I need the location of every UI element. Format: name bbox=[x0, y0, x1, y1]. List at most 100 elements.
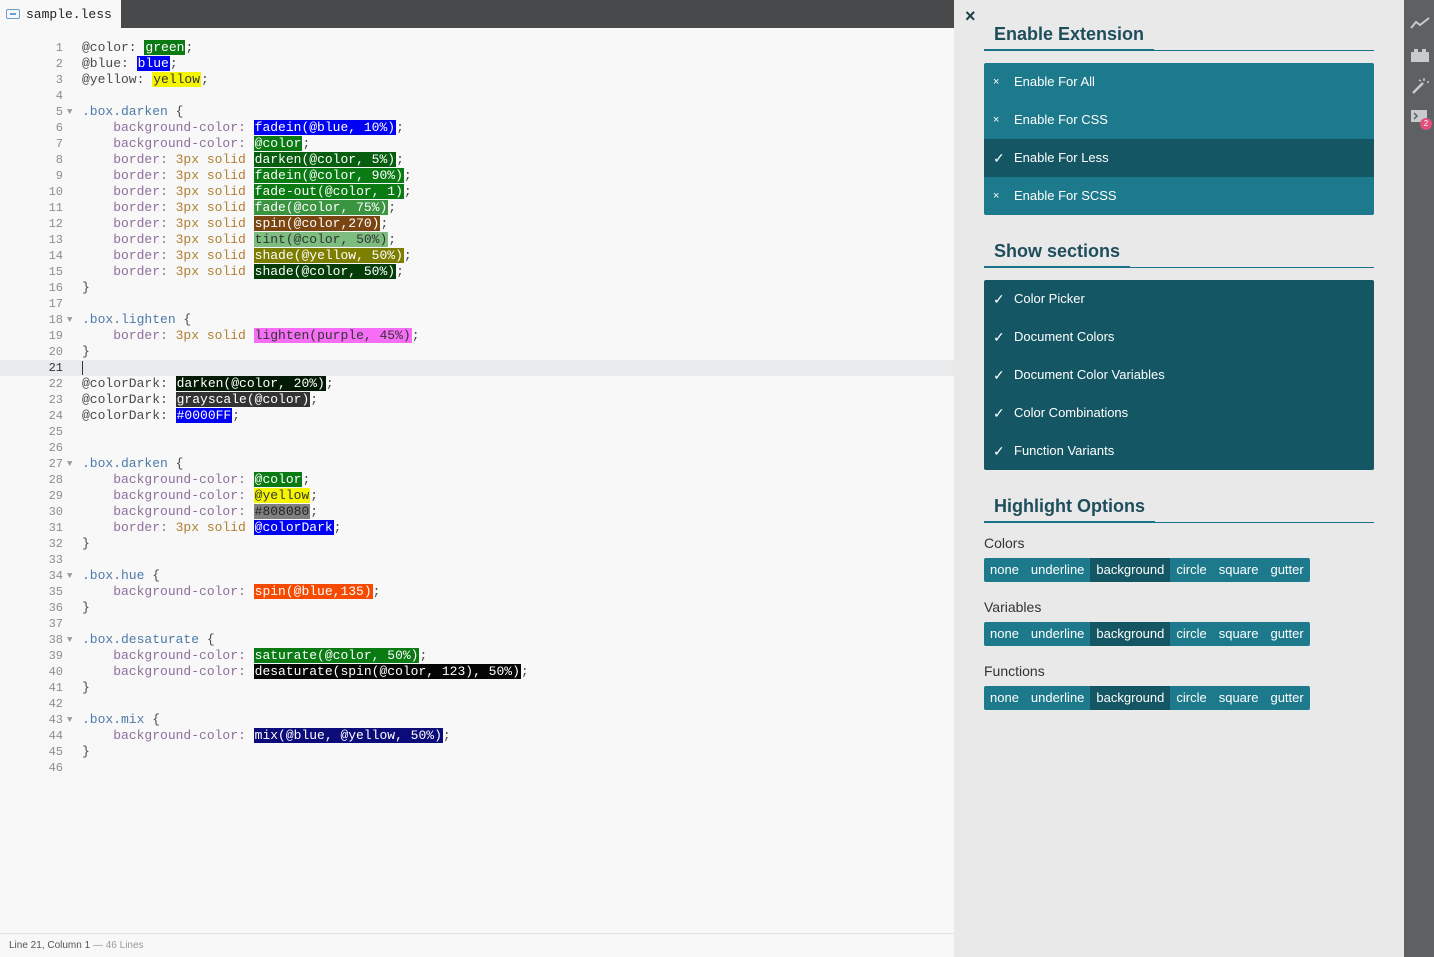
code-line[interactable]: 30 background-color: #808080; bbox=[0, 504, 954, 520]
line-number: 33 bbox=[48, 553, 63, 567]
extension-brick-icon[interactable] bbox=[1410, 47, 1430, 65]
section-option-document-colors[interactable]: ✓ Document Colors bbox=[984, 318, 1374, 356]
code-line[interactable]: 13 border: 3px solid tint(@color, 50%); bbox=[0, 232, 954, 248]
fold-arrow-icon[interactable]: ▼ bbox=[67, 712, 77, 728]
code-line[interactable]: 33 bbox=[0, 552, 954, 568]
code-line[interactable]: 21 bbox=[0, 360, 954, 376]
code-line[interactable]: 39 background-color: saturate(@color, 50… bbox=[0, 648, 954, 664]
file-tab[interactable]: sample.less bbox=[0, 0, 121, 28]
code-line[interactable]: 14 border: 3px solid shade(@yellow, 50%)… bbox=[0, 248, 954, 264]
code-line[interactable]: 8 border: 3px solid darken(@color, 5%); bbox=[0, 152, 954, 168]
colors-mode-background-button[interactable]: background bbox=[1090, 558, 1171, 582]
code-line[interactable]: 11 border: 3px solid fade(@color, 75%); bbox=[0, 200, 954, 216]
variables-mode-underline-button[interactable]: underline bbox=[1024, 622, 1091, 646]
magic-wand-icon[interactable] bbox=[1410, 77, 1430, 95]
fold-arrow-icon[interactable]: ▼ bbox=[67, 456, 77, 472]
section-option-function-variants[interactable]: ✓ Function Variants bbox=[984, 432, 1374, 470]
code-token: @colorDark: bbox=[82, 408, 176, 423]
code-line[interactable]: 6 background-color: fadein(@blue, 10%); bbox=[0, 120, 954, 136]
code-line[interactable]: 28 background-color: @color; bbox=[0, 472, 954, 488]
section-option-color-picker[interactable]: ✓ Color Picker bbox=[984, 280, 1374, 318]
code-line[interactable]: 37 bbox=[0, 616, 954, 632]
code-line[interactable]: 12 border: 3px solid spin(@color,270); bbox=[0, 216, 954, 232]
code-line[interactable]: 16} bbox=[0, 280, 954, 296]
code-token: { bbox=[144, 712, 161, 727]
enable-option-enable-for-less[interactable]: ✓ Enable For Less bbox=[984, 139, 1374, 177]
code-line[interactable]: 1 @color: green; bbox=[0, 40, 954, 56]
code-line[interactable]: 23 @colorDark: grayscale(@color); bbox=[0, 392, 954, 408]
code-line[interactable]: 26 bbox=[0, 440, 954, 456]
code-token: .box.hue bbox=[82, 568, 145, 583]
code-line[interactable]: 5 ▼ .box.darken { bbox=[0, 104, 954, 120]
code-line[interactable]: 2 @blue: blue; bbox=[0, 56, 954, 72]
code-token: ; bbox=[396, 152, 404, 167]
code-line[interactable]: 17 bbox=[0, 296, 954, 312]
code-line[interactable]: 41} bbox=[0, 680, 954, 696]
code-line[interactable]: 34 ▼ .box.hue { bbox=[0, 568, 954, 584]
code-line[interactable]: 38 ▼ .box.desaturate { bbox=[0, 632, 954, 648]
colors-mode-square-button[interactable]: square bbox=[1212, 558, 1265, 582]
code-line[interactable]: 18 ▼ .box.lighten { bbox=[0, 312, 954, 328]
fold-arrow-icon[interactable]: ▼ bbox=[67, 632, 77, 648]
show-sections-title: Show sections bbox=[984, 241, 1131, 268]
code-line[interactable]: 22 @colorDark: darken(@color, 20%); bbox=[0, 376, 954, 392]
status-bar: Line 21, Column 1 — 46 Lines bbox=[0, 933, 954, 957]
close-panel-button[interactable]: × bbox=[965, 6, 976, 27]
code-line[interactable]: 31 border: 3px solid @colorDark; bbox=[0, 520, 954, 536]
enable-option-enable-for-all[interactable]: × Enable For All bbox=[984, 63, 1374, 101]
code-token: border: bbox=[82, 200, 176, 215]
variables-mode-gutter-button[interactable]: gutter bbox=[1264, 622, 1310, 646]
code-line[interactable]: 7 background-color: @color; bbox=[0, 136, 954, 152]
code-line[interactable]: 36} bbox=[0, 600, 954, 616]
code-line[interactable]: 10 border: 3px solid fade-out(@color, 1)… bbox=[0, 184, 954, 200]
code-line[interactable]: 9 border: 3px solid fadein(@color, 90%); bbox=[0, 168, 954, 184]
code-line[interactable]: 43 ▼ .box.mix { bbox=[0, 712, 954, 728]
code-line[interactable]: 35 background-color: spin(@blue,135); bbox=[0, 584, 954, 600]
enable-option-enable-for-css[interactable]: × Enable For CSS bbox=[984, 101, 1374, 139]
functions-mode-underline-button[interactable]: underline bbox=[1024, 686, 1091, 710]
code-line[interactable]: 4 bbox=[0, 88, 954, 104]
code-line[interactable]: 24 @colorDark: #0000FF; bbox=[0, 408, 954, 424]
functions-mode-background-button[interactable]: background bbox=[1090, 686, 1171, 710]
code-token: border: bbox=[82, 328, 176, 343]
variables-mode-background-button[interactable]: background bbox=[1090, 622, 1171, 646]
fold-arrow-icon[interactable]: ▼ bbox=[67, 568, 77, 584]
line-text: background-color: @color; bbox=[82, 472, 310, 488]
code-line[interactable]: 15 border: 3px solid shade(@color, 50%); bbox=[0, 264, 954, 280]
trend-chart-icon[interactable] bbox=[1410, 16, 1430, 34]
code-editor[interactable]: 1 @color: green; 2 @blue: blue; 3 @yellow: ye… bbox=[0, 40, 954, 780]
section-option-color-combinations[interactable]: ✓ Color Combinations bbox=[984, 394, 1374, 432]
code-line[interactable]: 44 background-color: mix(@blue, @yellow,… bbox=[0, 728, 954, 744]
code-line[interactable]: 42 bbox=[0, 696, 954, 712]
code-line[interactable]: 27 ▼ .box.darken { bbox=[0, 456, 954, 472]
functions-mode-gutter-button[interactable]: gutter bbox=[1264, 686, 1310, 710]
colors-mode-gutter-button[interactable]: gutter bbox=[1264, 558, 1310, 582]
fold-arrow-icon[interactable]: ▼ bbox=[67, 312, 77, 328]
colors-mode-underline-button[interactable]: underline bbox=[1024, 558, 1091, 582]
variables-mode-square-button[interactable]: square bbox=[1212, 622, 1265, 646]
variables-mode-none-button[interactable]: none bbox=[984, 622, 1025, 646]
variables-mode-circle-button[interactable]: circle bbox=[1170, 622, 1213, 646]
code-line[interactable]: 29 background-color: @yellow; bbox=[0, 488, 954, 504]
code-line[interactable]: 20} bbox=[0, 344, 954, 360]
code-token: @color: bbox=[82, 40, 145, 55]
line-number: 7 bbox=[55, 137, 63, 151]
code-line[interactable]: 3 @yellow: yellow; bbox=[0, 72, 954, 88]
code-token: .box.lighten bbox=[82, 312, 176, 327]
enable-option-enable-for-scss[interactable]: × Enable For SCSS bbox=[984, 177, 1374, 215]
colors-mode-circle-button[interactable]: circle bbox=[1170, 558, 1213, 582]
code-line[interactable]: 19 border: 3px solid lighten(purple, 45%… bbox=[0, 328, 954, 344]
code-line[interactable]: 32} bbox=[0, 536, 954, 552]
code-line[interactable]: 46 bbox=[0, 760, 954, 776]
color-highlight: fadein(@color, 90%) bbox=[253, 168, 404, 183]
functions-mode-none-button[interactable]: none bbox=[984, 686, 1025, 710]
code-line[interactable]: 25 bbox=[0, 424, 954, 440]
fold-arrow-icon[interactable]: ▼ bbox=[67, 104, 77, 120]
color-highlight: fadein(@blue, 10%) bbox=[253, 120, 397, 135]
functions-mode-circle-button[interactable]: circle bbox=[1170, 686, 1213, 710]
functions-mode-square-button[interactable]: square bbox=[1212, 686, 1265, 710]
section-option-document-color-variables[interactable]: ✓ Document Color Variables bbox=[984, 356, 1374, 394]
colors-mode-none-button[interactable]: none bbox=[984, 558, 1025, 582]
code-line[interactable]: 40 background-color: desaturate(spin(@co… bbox=[0, 664, 954, 680]
code-line[interactable]: 45} bbox=[0, 744, 954, 760]
